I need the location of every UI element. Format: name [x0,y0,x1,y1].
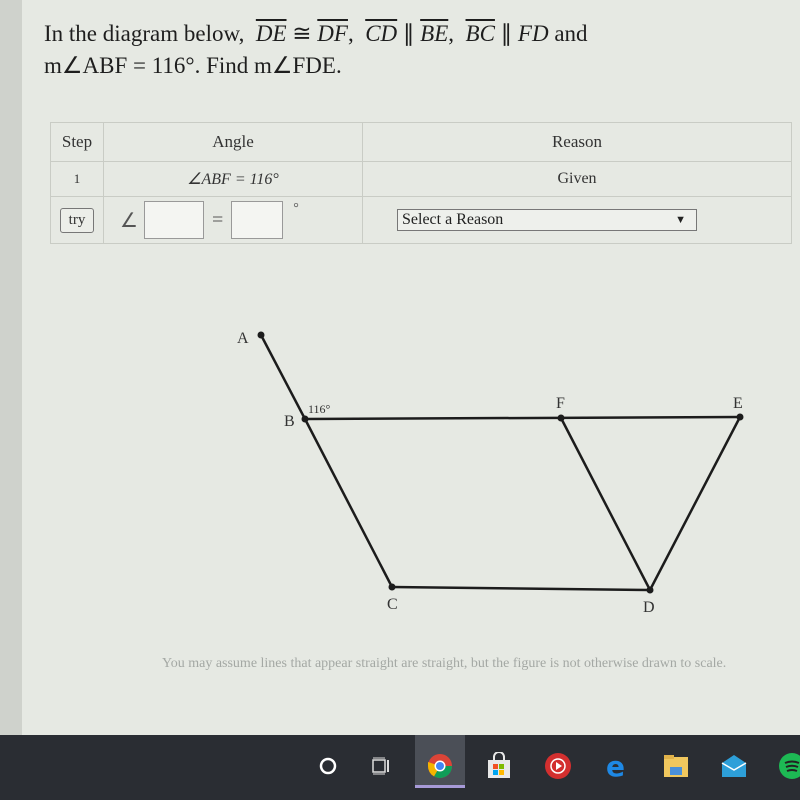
table-row: 1 ∠ABF = 116° Given [50,161,792,197]
given-angle: m∠ABF = 116°. [44,53,201,78]
segment-be: BE [420,21,449,46]
angle-icon: ∠ [120,209,138,232]
label-c: C [387,596,398,613]
label-d: D [643,599,655,616]
segment-e-d [648,416,742,591]
label-a: A [237,330,249,347]
congruent-symbol: ≅ [292,21,312,46]
segment-f-d [559,417,652,591]
angle-name-input[interactable] [143,201,204,239]
segment-bc: BC [465,21,495,46]
task-view-icon[interactable] [368,752,396,780]
spotify-icon[interactable] [778,752,800,780]
angle-statement: ∠ABF = 116° [103,161,363,197]
parallel-symbol: ∥ [402,21,415,46]
label-f: F [556,395,565,412]
problem-statement: In the diagram below, DE ≅ DF, CD ∥ BE, … [44,21,588,78]
step-number: 1 [50,161,104,197]
proof-table: Step Angle Reason 1 ∠ABF = 116° Given tr… [50,122,792,244]
angle-input-cell: ∠ = ° [103,196,363,244]
prompt-intro: In the diagram below, [44,21,245,46]
table-header-row: Step Angle Reason [50,122,792,162]
label-e: E [733,395,743,412]
segment-b-e [304,415,741,421]
input-row: try ∠ = ° Select a Reason ▼ [50,196,792,244]
edge-icon[interactable]: e [603,752,631,780]
reason-select-value: Select a Reason [402,211,504,228]
try-cell: try [50,196,104,244]
find-angle: Find m∠FDE. [206,53,342,78]
segment-de: DE [255,21,287,46]
and-text: and [554,21,588,46]
taskbar: e [0,735,800,800]
header-reason: Reason [362,122,792,162]
dropdown-arrow-icon: ▼ [675,214,686,226]
segment-b-c [303,418,394,588]
segment-cd: CD [365,21,398,46]
geometry-diagram: A B C D E F 116° [237,330,744,616]
chrome-icon[interactable] [426,752,454,780]
reason-select[interactable]: Select a Reason ▼ [397,209,697,231]
figure-note: You may assume lines that appear straigh… [162,656,727,671]
file-explorer-icon[interactable] [662,752,690,780]
angle-measure-input[interactable] [231,201,284,239]
svg-text:e: e [606,752,625,780]
point-b [301,415,309,423]
segment-df: DF [317,21,348,46]
degree-symbol: ° [293,201,299,216]
equals-sign: = [211,208,224,231]
point-e [736,413,744,421]
segment-c-d [391,585,651,592]
angle-label: 116° [308,402,331,416]
mail-icon[interactable] [720,752,748,780]
store-icon[interactable] [485,752,513,780]
try-button[interactable]: try [59,207,95,233]
point-f [557,414,565,422]
parallel-symbol: ∥ [500,21,513,46]
header-step: Step [50,122,104,162]
segment-fd: FD [517,21,549,46]
reason-text: Given [362,161,792,197]
segment-a-b [259,334,307,420]
point-d [646,586,654,594]
point-c [388,583,396,591]
point-a [257,331,265,339]
cortana-icon[interactable] [314,752,342,780]
header-angle: Angle [103,122,363,162]
reason-input-cell: Select a Reason ▼ [362,196,792,244]
music-icon[interactable] [544,752,572,780]
label-b: B [284,413,295,430]
